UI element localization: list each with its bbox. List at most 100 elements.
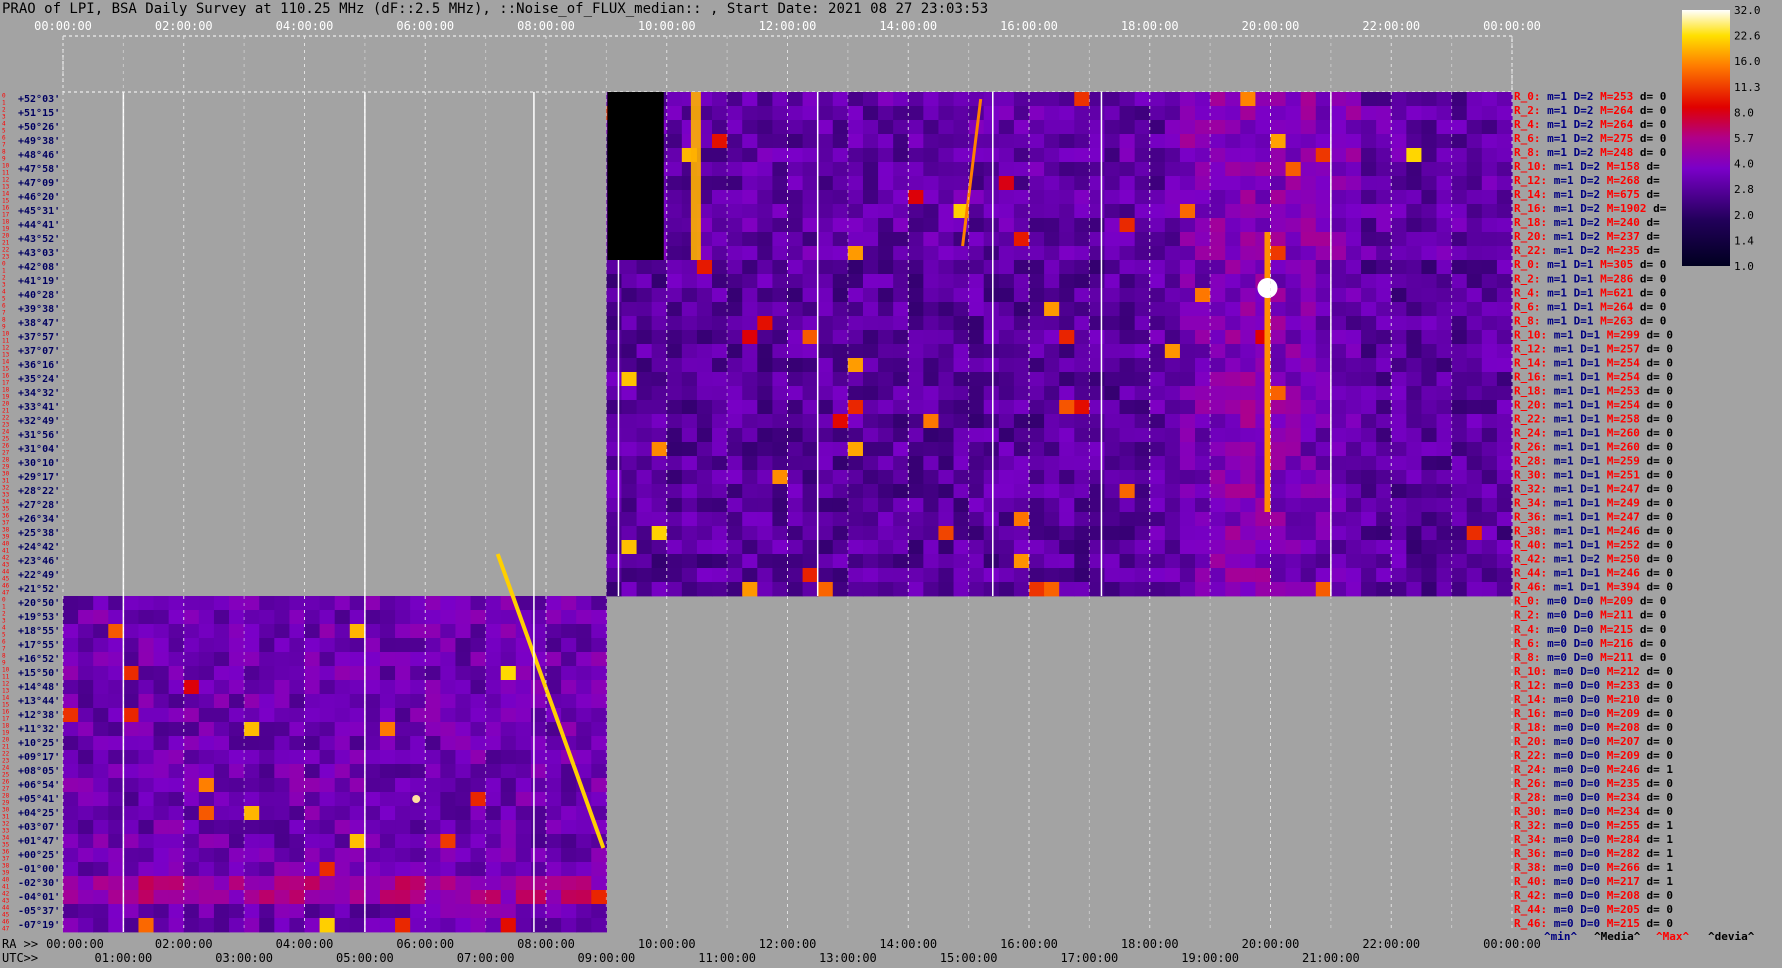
row-number-label: 46 — [2, 919, 10, 926]
heatmap-cell — [1315, 414, 1332, 429]
heatmap-cell — [213, 876, 230, 891]
heatmap-cell — [123, 624, 140, 639]
heatmap-cell — [1481, 316, 1498, 331]
heatmap-cell — [229, 736, 245, 751]
heatmap-cell — [666, 232, 683, 247]
heatmap-cell — [485, 624, 502, 639]
heatmap-cell — [63, 596, 79, 611]
heatmap-cell — [1315, 204, 1332, 219]
heatmap-cell — [817, 148, 834, 163]
heatmap-cell — [817, 554, 834, 569]
heatmap-cell — [832, 344, 849, 359]
row-number-label: 10 — [2, 163, 10, 170]
heatmap-cell — [229, 694, 245, 709]
heatmap-cell — [968, 218, 985, 233]
heatmap-cell — [229, 876, 245, 891]
heatmap-cell — [1285, 358, 1302, 373]
heatmap-cell — [153, 708, 170, 723]
heatmap-cell — [395, 680, 411, 695]
ray-stat-row: R_18: m=1 D=2 M=240 d= — [1514, 216, 1660, 229]
heatmap-cell — [1421, 288, 1438, 303]
heatmap-cell — [1029, 120, 1045, 135]
heatmap-cell — [591, 694, 607, 709]
heatmap-cell — [123, 666, 140, 681]
heatmap-cell — [862, 344, 879, 359]
heatmap-cell — [1089, 358, 1106, 373]
heatmap-cell — [1013, 470, 1030, 485]
heatmap-cell — [923, 204, 940, 219]
row-number-label: 40 — [2, 541, 10, 548]
heatmap-cell — [1300, 344, 1317, 359]
heatmap-cell — [1330, 400, 1347, 415]
heatmap-cell — [621, 582, 638, 597]
heatmap-cell — [923, 92, 940, 107]
heatmap-cell — [621, 456, 638, 471]
heatmap-cell — [1059, 526, 1075, 541]
row-number-label: 19 — [2, 226, 10, 233]
heatmap-cell — [198, 680, 215, 695]
heatmap-cell — [244, 890, 260, 905]
heatmap-cell — [727, 512, 743, 527]
heatmap-cell — [878, 316, 894, 331]
row-number-axis: 0123456789101112131415161718192021222301… — [2, 93, 10, 933]
heatmap-cell — [1330, 484, 1347, 499]
heatmap-cell — [379, 778, 396, 793]
heatmap-cell — [364, 596, 381, 611]
heatmap-cell — [1466, 218, 1483, 233]
colorbar-tick-label: 2.8 — [1734, 183, 1754, 196]
heatmap-cell — [1330, 190, 1347, 205]
heatmap-cell — [651, 330, 668, 345]
heatmap-cell — [606, 568, 623, 583]
heatmap-cell — [1406, 302, 1423, 317]
heatmap-cell — [1225, 512, 1241, 527]
declination-label: +17°55' — [18, 640, 60, 651]
heatmap-cell — [1300, 512, 1317, 527]
heatmap-cell — [968, 190, 985, 205]
heatmap-cell — [923, 274, 940, 289]
heatmap-cell — [1421, 498, 1438, 513]
heatmap-cell — [168, 610, 185, 625]
declination-label: +29°17' — [18, 472, 60, 483]
heatmap-cell — [651, 442, 668, 457]
row-number-label: 15 — [2, 702, 10, 709]
heatmap-cell — [1195, 386, 1211, 401]
heatmap-cell — [878, 218, 894, 233]
heatmap-cell — [1179, 134, 1196, 149]
heatmap-cell — [1134, 526, 1151, 541]
heatmap-cell — [893, 400, 909, 415]
heatmap-cell — [1300, 92, 1317, 107]
heatmap-cell — [1315, 274, 1332, 289]
heatmap-cell — [998, 512, 1015, 527]
heatmap-cell — [787, 344, 804, 359]
heatmap-cell — [787, 512, 804, 527]
heatmap-cell — [878, 386, 894, 401]
row-number-label: 1 — [2, 604, 6, 611]
heatmap-cell — [772, 498, 789, 513]
heatmap-cell — [757, 148, 773, 163]
heatmap-cell — [440, 820, 457, 835]
heatmap-cell — [1436, 470, 1453, 485]
heatmap-cell — [153, 890, 170, 905]
heatmap-cell — [1391, 148, 1407, 163]
heatmap-cell — [1300, 582, 1317, 597]
heatmap-cell — [259, 764, 275, 779]
heatmap-cell — [1134, 512, 1151, 527]
bottom-ra-tick-label: 12:00:00 — [759, 937, 817, 951]
heatmap-cell — [1436, 120, 1453, 135]
heatmap-cell — [379, 820, 396, 835]
heatmap-cell — [1029, 288, 1045, 303]
heatmap-cell — [712, 512, 728, 527]
row-number-label: 12 — [2, 177, 10, 184]
heatmap-cell — [817, 526, 834, 541]
heatmap-cell — [893, 246, 909, 261]
heatmap-cell — [878, 582, 894, 597]
heatmap-cell — [1270, 302, 1287, 317]
heatmap-cell — [108, 834, 124, 849]
heatmap-cell — [651, 344, 668, 359]
heatmap-cell — [606, 456, 623, 471]
heatmap-cell — [153, 848, 170, 863]
heatmap-cell — [319, 708, 336, 723]
heatmap-cell — [1013, 582, 1030, 597]
heatmap-cell — [1074, 148, 1090, 163]
heatmap-cell — [123, 596, 140, 611]
